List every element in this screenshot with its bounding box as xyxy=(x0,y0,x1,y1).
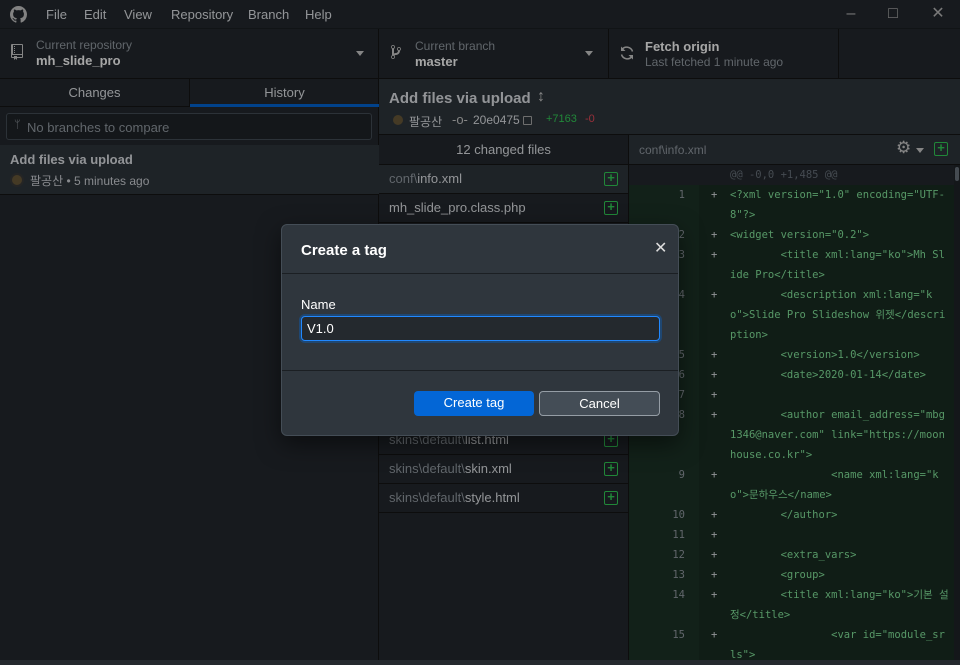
create-tag-dialog: Create a tag ✕ Name V1.0 Create tag Canc… xyxy=(281,224,679,436)
close-icon[interactable]: ✕ xyxy=(654,238,667,258)
tag-name-input[interactable]: V1.0 xyxy=(301,316,660,341)
cancel-button[interactable]: Cancel xyxy=(539,391,660,416)
name-label: Name xyxy=(301,297,336,312)
divider xyxy=(282,273,678,274)
tag-name-value: V1.0 xyxy=(307,321,334,336)
create-tag-button[interactable]: Create tag xyxy=(414,391,534,416)
dialog-title: Create a tag xyxy=(301,242,387,259)
divider xyxy=(282,370,678,371)
